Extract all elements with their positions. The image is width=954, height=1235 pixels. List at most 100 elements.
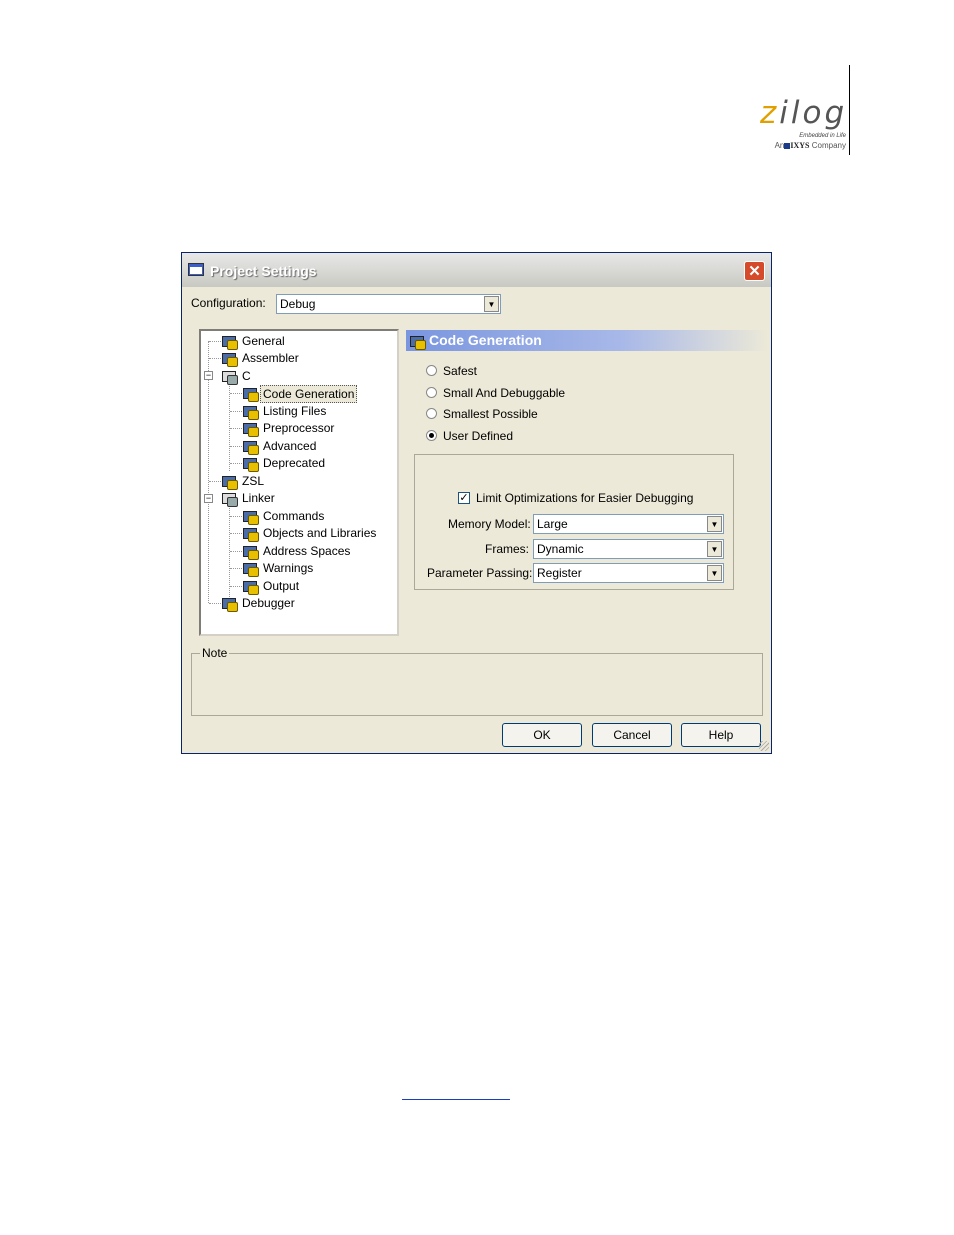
tree-line bbox=[230, 586, 242, 587]
settings-page-icon bbox=[221, 334, 238, 350]
radio-label-smallest-possible: Smallest Possible bbox=[443, 407, 538, 421]
tree-item-zsl[interactable]: ZSL bbox=[242, 473, 264, 489]
collapse-toggle-c[interactable]: − bbox=[204, 371, 213, 380]
window-icon bbox=[188, 263, 204, 276]
help-button[interactable]: Help bbox=[681, 723, 761, 747]
tree-line bbox=[230, 446, 242, 447]
tree-line bbox=[209, 481, 221, 482]
settings-page-icon bbox=[242, 439, 259, 455]
tree-line bbox=[229, 383, 230, 471]
note-groupbox: Note bbox=[191, 646, 763, 716]
chevron-down-icon[interactable]: ▼ bbox=[707, 565, 722, 581]
tree-item-c[interactable]: C bbox=[242, 368, 251, 384]
tree-item-preprocessor[interactable]: Preprocessor bbox=[263, 420, 334, 436]
parameter-passing-select[interactable]: Register ▼ bbox=[533, 563, 724, 583]
chevron-down-icon[interactable]: ▼ bbox=[484, 296, 499, 312]
radio-label-user-defined: User Defined bbox=[443, 429, 514, 443]
settings-page-icon bbox=[242, 509, 259, 525]
logo-company: An IXYS Company bbox=[760, 141, 846, 150]
tree-item-general[interactable]: General bbox=[242, 333, 285, 349]
settings-page-icon bbox=[221, 596, 238, 612]
settings-page-icon bbox=[242, 386, 259, 402]
tree-line bbox=[208, 341, 209, 603]
logo-letter-z: z bbox=[760, 95, 780, 131]
tree-line bbox=[209, 603, 221, 604]
radio-user-defined[interactable] bbox=[426, 430, 437, 441]
tree-line bbox=[230, 428, 242, 429]
settings-page-icon bbox=[242, 456, 259, 472]
collapse-toggle-linker[interactable]: − bbox=[204, 494, 213, 503]
panel-header: Code Generation bbox=[406, 330, 768, 351]
title-bar[interactable]: Project Settings ✕ bbox=[182, 253, 771, 287]
logo-divider bbox=[849, 65, 850, 155]
frames-label: Frames: bbox=[485, 542, 530, 556]
configuration-select[interactable]: Debug ▼ bbox=[276, 294, 501, 314]
settings-page-icon bbox=[221, 474, 238, 490]
tree-line bbox=[209, 358, 221, 359]
limit-optimizations-checkbox[interactable]: ✓ bbox=[458, 492, 470, 504]
tree-line bbox=[230, 411, 242, 412]
hyperlink-underline[interactable] bbox=[402, 1099, 510, 1100]
settings-tree[interactable]: − − General Assembler C Code Generation … bbox=[199, 329, 399, 636]
radio-safest[interactable] bbox=[426, 365, 437, 376]
memory-model-label: Memory Model: bbox=[448, 517, 531, 531]
logo-company-suffix: Company bbox=[811, 141, 846, 150]
resize-grip-icon[interactable] bbox=[759, 741, 769, 751]
parameter-passing-value: Register bbox=[537, 566, 582, 580]
memory-model-value: Large bbox=[537, 517, 568, 531]
settings-page-icon bbox=[242, 579, 259, 595]
settings-page-icon bbox=[242, 404, 259, 420]
settings-page-icon bbox=[221, 351, 238, 367]
tree-item-advanced[interactable]: Advanced bbox=[263, 438, 316, 454]
tree-line bbox=[230, 516, 242, 517]
note-label: Note bbox=[200, 646, 230, 660]
panel-title: Code Generation bbox=[429, 332, 542, 348]
dialog-title: Project Settings bbox=[210, 263, 317, 279]
settings-page-icon bbox=[409, 334, 426, 350]
limit-optimizations-label: Limit Optimizations for Easier Debugging bbox=[476, 491, 694, 505]
tree-item-listing-files[interactable]: Listing Files bbox=[263, 403, 326, 419]
tree-item-objects-and-libraries[interactable]: Objects and Libraries bbox=[263, 525, 376, 541]
tree-line bbox=[230, 533, 242, 534]
settings-page-icon bbox=[242, 544, 259, 560]
parameter-passing-label: Parameter Passing: bbox=[427, 566, 533, 580]
close-button[interactable]: ✕ bbox=[744, 261, 765, 281]
logo-word: ilog bbox=[779, 95, 848, 131]
tree-line bbox=[230, 463, 242, 464]
tree-line bbox=[230, 551, 242, 552]
frames-value: Dynamic bbox=[537, 542, 584, 556]
tree-item-commands[interactable]: Commands bbox=[263, 508, 324, 524]
logo-company-name: IXYS bbox=[790, 141, 810, 150]
frames-select[interactable]: Dynamic ▼ bbox=[533, 539, 724, 559]
logo-tagline: Embedded in Life bbox=[799, 133, 846, 139]
zilog-logo: zilog Embedded in Life An IXYS Company bbox=[760, 95, 848, 151]
ok-button[interactable]: OK bbox=[502, 723, 582, 747]
folder-icon bbox=[221, 369, 238, 385]
tree-item-code-generation[interactable]: Code Generation bbox=[260, 385, 358, 403]
logo-company-prefix: An bbox=[774, 141, 785, 150]
tree-line bbox=[230, 393, 242, 394]
radio-label-small-and-debuggable: Small And Debuggable bbox=[443, 386, 566, 400]
cancel-button[interactable]: Cancel bbox=[592, 723, 672, 747]
tree-line bbox=[209, 341, 221, 342]
chevron-down-icon[interactable]: ▼ bbox=[707, 541, 722, 557]
tree-item-output[interactable]: Output bbox=[263, 578, 299, 594]
user-defined-groupbox: ✓ Limit Optimizations for Easier Debuggi… bbox=[414, 454, 734, 590]
tree-item-debugger[interactable]: Debugger bbox=[242, 595, 295, 611]
tree-item-address-spaces[interactable]: Address Spaces bbox=[263, 543, 350, 559]
tree-item-linker[interactable]: Linker bbox=[242, 490, 275, 506]
settings-page-icon bbox=[242, 526, 259, 542]
radio-small-and-debuggable[interactable] bbox=[426, 387, 437, 398]
project-settings-dialog: Project Settings ✕ Configuration: Debug … bbox=[181, 252, 772, 754]
configuration-label: Configuration: bbox=[191, 296, 266, 310]
settings-page-icon bbox=[242, 561, 259, 577]
chevron-down-icon[interactable]: ▼ bbox=[707, 516, 722, 532]
memory-model-select[interactable]: Large ▼ bbox=[533, 514, 724, 534]
radio-smallest-possible[interactable] bbox=[426, 408, 437, 419]
tree-item-assembler[interactable]: Assembler bbox=[242, 350, 299, 366]
tree-line bbox=[230, 568, 242, 569]
settings-page-icon bbox=[242, 421, 259, 437]
tree-item-deprecated[interactable]: Deprecated bbox=[263, 455, 325, 471]
tree-item-warnings[interactable]: Warnings bbox=[263, 560, 313, 576]
radio-label-safest: Safest bbox=[443, 364, 478, 378]
